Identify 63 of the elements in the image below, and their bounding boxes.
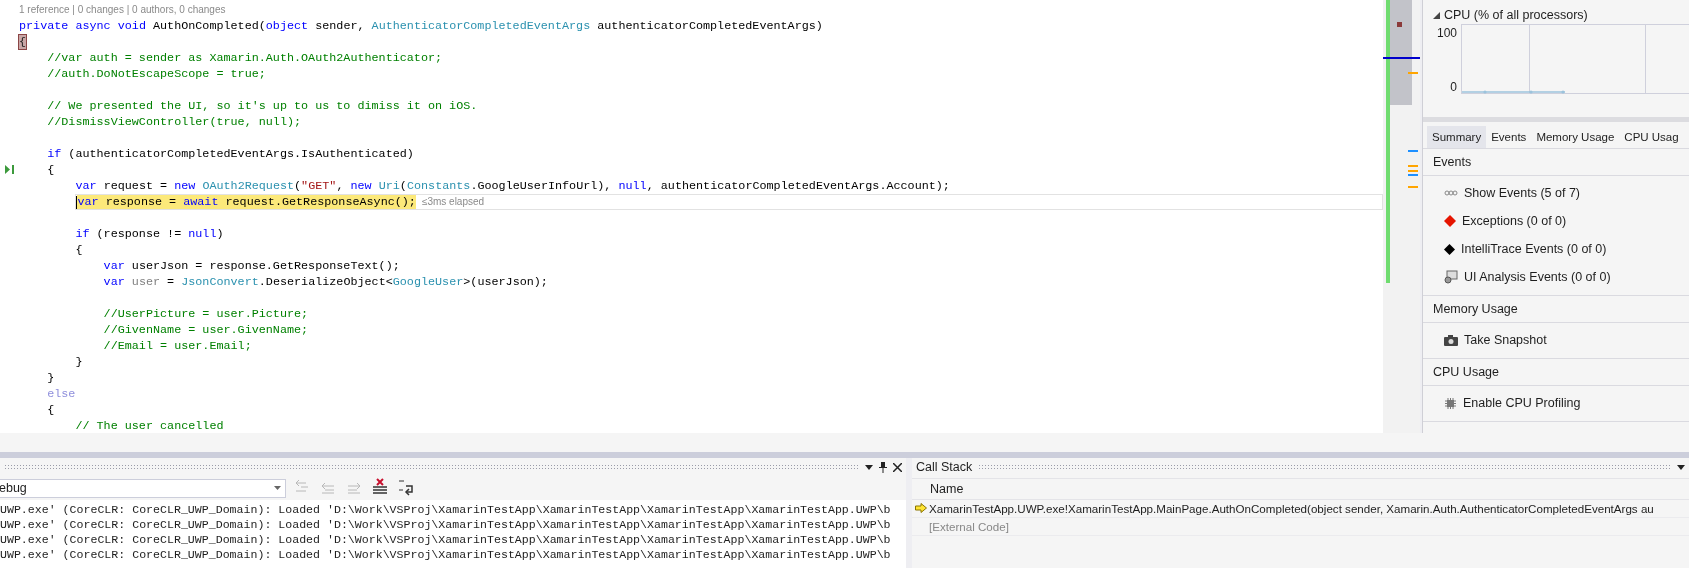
- output-source-dropdown[interactable]: ebug: [0, 478, 286, 498]
- code-lens[interactable]: 1 reference | 0 changes | 0 authors, 0 changes: [19, 2, 226, 18]
- tab[interactable]: Summary: [1427, 126, 1487, 148]
- column-header[interactable]: Name: [930, 482, 964, 496]
- code-line: //auth.DoNotEscapeScope = true;: [46, 66, 266, 82]
- code-line: // We presented the UI, so it's up to us to dimiss it on iOS.: [46, 98, 478, 114]
- summary-link[interactable]: Take Snapshot: [1464, 333, 1547, 347]
- camera-icon: [1444, 334, 1458, 346]
- tab[interactable]: Events: [1486, 126, 1532, 148]
- chip-icon: [1444, 396, 1457, 410]
- code-line: if (response != null): [74, 226, 224, 242]
- code-line: else: [46, 386, 76, 402]
- close-icon[interactable]: [893, 462, 902, 472]
- pin-icon[interactable]: [879, 461, 887, 473]
- tab[interactable]: Memory Usage: [1531, 126, 1620, 148]
- code-line: }: [46, 370, 55, 386]
- output-line: UWP.exe' (CoreCLR: CoreCLR_UWP_Domain): Loaded 'D:\Work\VSProj\XamarinTestApp\XamarinTestApp\XamarinTestApp\XamarinTestApp.UWP\b: [0, 517, 891, 532]
- call-stack-row[interactable]: XamarinTestApp.UWP.exe!XamarinTestApp.MainPage.AuthOnCompleted(object sender, Xamarin.Auth.AuthenticatorCompletedEventArgs au: [912, 500, 1689, 518]
- code-line: {: [74, 242, 83, 258]
- code-line: {: [46, 162, 55, 178]
- axis-label: 0: [1450, 80, 1457, 94]
- perf-tip: ≤3ms elapsed: [421, 195, 485, 209]
- output-line: UWP.exe' (CoreCLR: CoreCLR_UWP_Domain): Loaded 'D:\Work\VSProj\XamarinTestApp\XamarinTestApp\XamarinTestApp\XamarinTestApp.UWP\b: [0, 547, 891, 562]
- panel-title: Call Stack: [916, 460, 973, 474]
- code-line: {: [46, 402, 55, 418]
- code-line: var user = JsonConvert.DeserializeObject<GoogleUser>(userJson);: [102, 274, 548, 290]
- word-wrap-icon[interactable]: [397, 478, 415, 496]
- diamond-icon: [1444, 243, 1455, 255]
- diamond-icon: [1444, 215, 1456, 227]
- section-heading: Memory Usage: [1433, 302, 1518, 316]
- window-icon: [1444, 270, 1458, 284]
- clear-all-icon[interactable]: [371, 478, 389, 496]
- output-line: UWP.exe' (CoreCLR: CoreCLR_UWP_Domain): Loaded 'D:\Work\VSProj\XamarinTestApp\XamarinTestApp\XamarinTestApp\XamarinTestApp.UWP\b: [0, 532, 891, 547]
- section-heading: Events: [1433, 155, 1472, 169]
- axis-label: 100: [1436, 26, 1457, 40]
- summary-link[interactable]: Exceptions (0 of 0): [1462, 214, 1567, 228]
- code-line: //DismissViewController(true, null);: [46, 114, 302, 130]
- section-heading: CPU Usage: [1433, 365, 1499, 379]
- chain-icon: [1444, 189, 1458, 197]
- code-line: }: [74, 354, 83, 370]
- tab[interactable]: CPU Usag: [1619, 126, 1684, 148]
- code-line: //var auth = sender as Xamarin.Auth.OAuth2Authenticator;: [46, 50, 443, 66]
- code-line: private async void AuthOnCompleted(object sender, AuthenticatorCompletedEventArgs authenticatorCompletedEventArgs): [19, 18, 823, 34]
- dropdown-icon[interactable]: [865, 464, 873, 470]
- code-line: if (authenticatorCompletedEventArgs.IsAuthenticated): [46, 146, 414, 162]
- code-line: var request = new OAuth2Request("GET", new Uri(Constants.GoogleUserInfoUrl), null, authenticatorCompletedEventArgs.Account);: [74, 178, 950, 194]
- caret-icon[interactable]: [274, 486, 281, 490]
- summary-link[interactable]: Enable CPU Profiling: [1463, 396, 1581, 410]
- summary-link[interactable]: IntelliTrace Events (0 of 0): [1461, 242, 1607, 256]
- summary-link[interactable]: Show Events (5 of 7): [1464, 186, 1581, 200]
- graph-title: CPU (% of all processors): [1444, 8, 1588, 22]
- text-cursor: [76, 195, 78, 209]
- code-line: //UserPicture = user.Picture;: [102, 306, 309, 322]
- code-line: var userJson = response.GetResponseText();: [102, 258, 400, 274]
- code-line: // The user cancelled: [74, 418, 224, 433]
- collapse-icon[interactable]: [1433, 11, 1440, 19]
- output-line: UWP.exe' (CoreCLR: CoreCLR_UWP_Domain): Loaded 'D:\Work\VSProj\XamarinTestApp\XamarinTestApp\XamarinTestApp\XamarinTestApp.UWP\b: [0, 502, 891, 517]
- code-line: //Email = user.Email;: [102, 338, 252, 354]
- dropdown-icon[interactable]: [1677, 464, 1685, 470]
- summary-link[interactable]: UI Analysis Events (0 of 0): [1464, 270, 1611, 284]
- play-bar-icon[interactable]: [5, 165, 16, 174]
- call-stack-frame[interactable]: XamarinTestApp.UWP.exe!XamarinTestApp.MainPage.AuthOnCompleted(object sender, Xamarin.Auth.AuthenticatorCompletedEventArgs au: [929, 502, 1654, 515]
- code-line: //GivenName = user.GivenName;: [102, 322, 309, 338]
